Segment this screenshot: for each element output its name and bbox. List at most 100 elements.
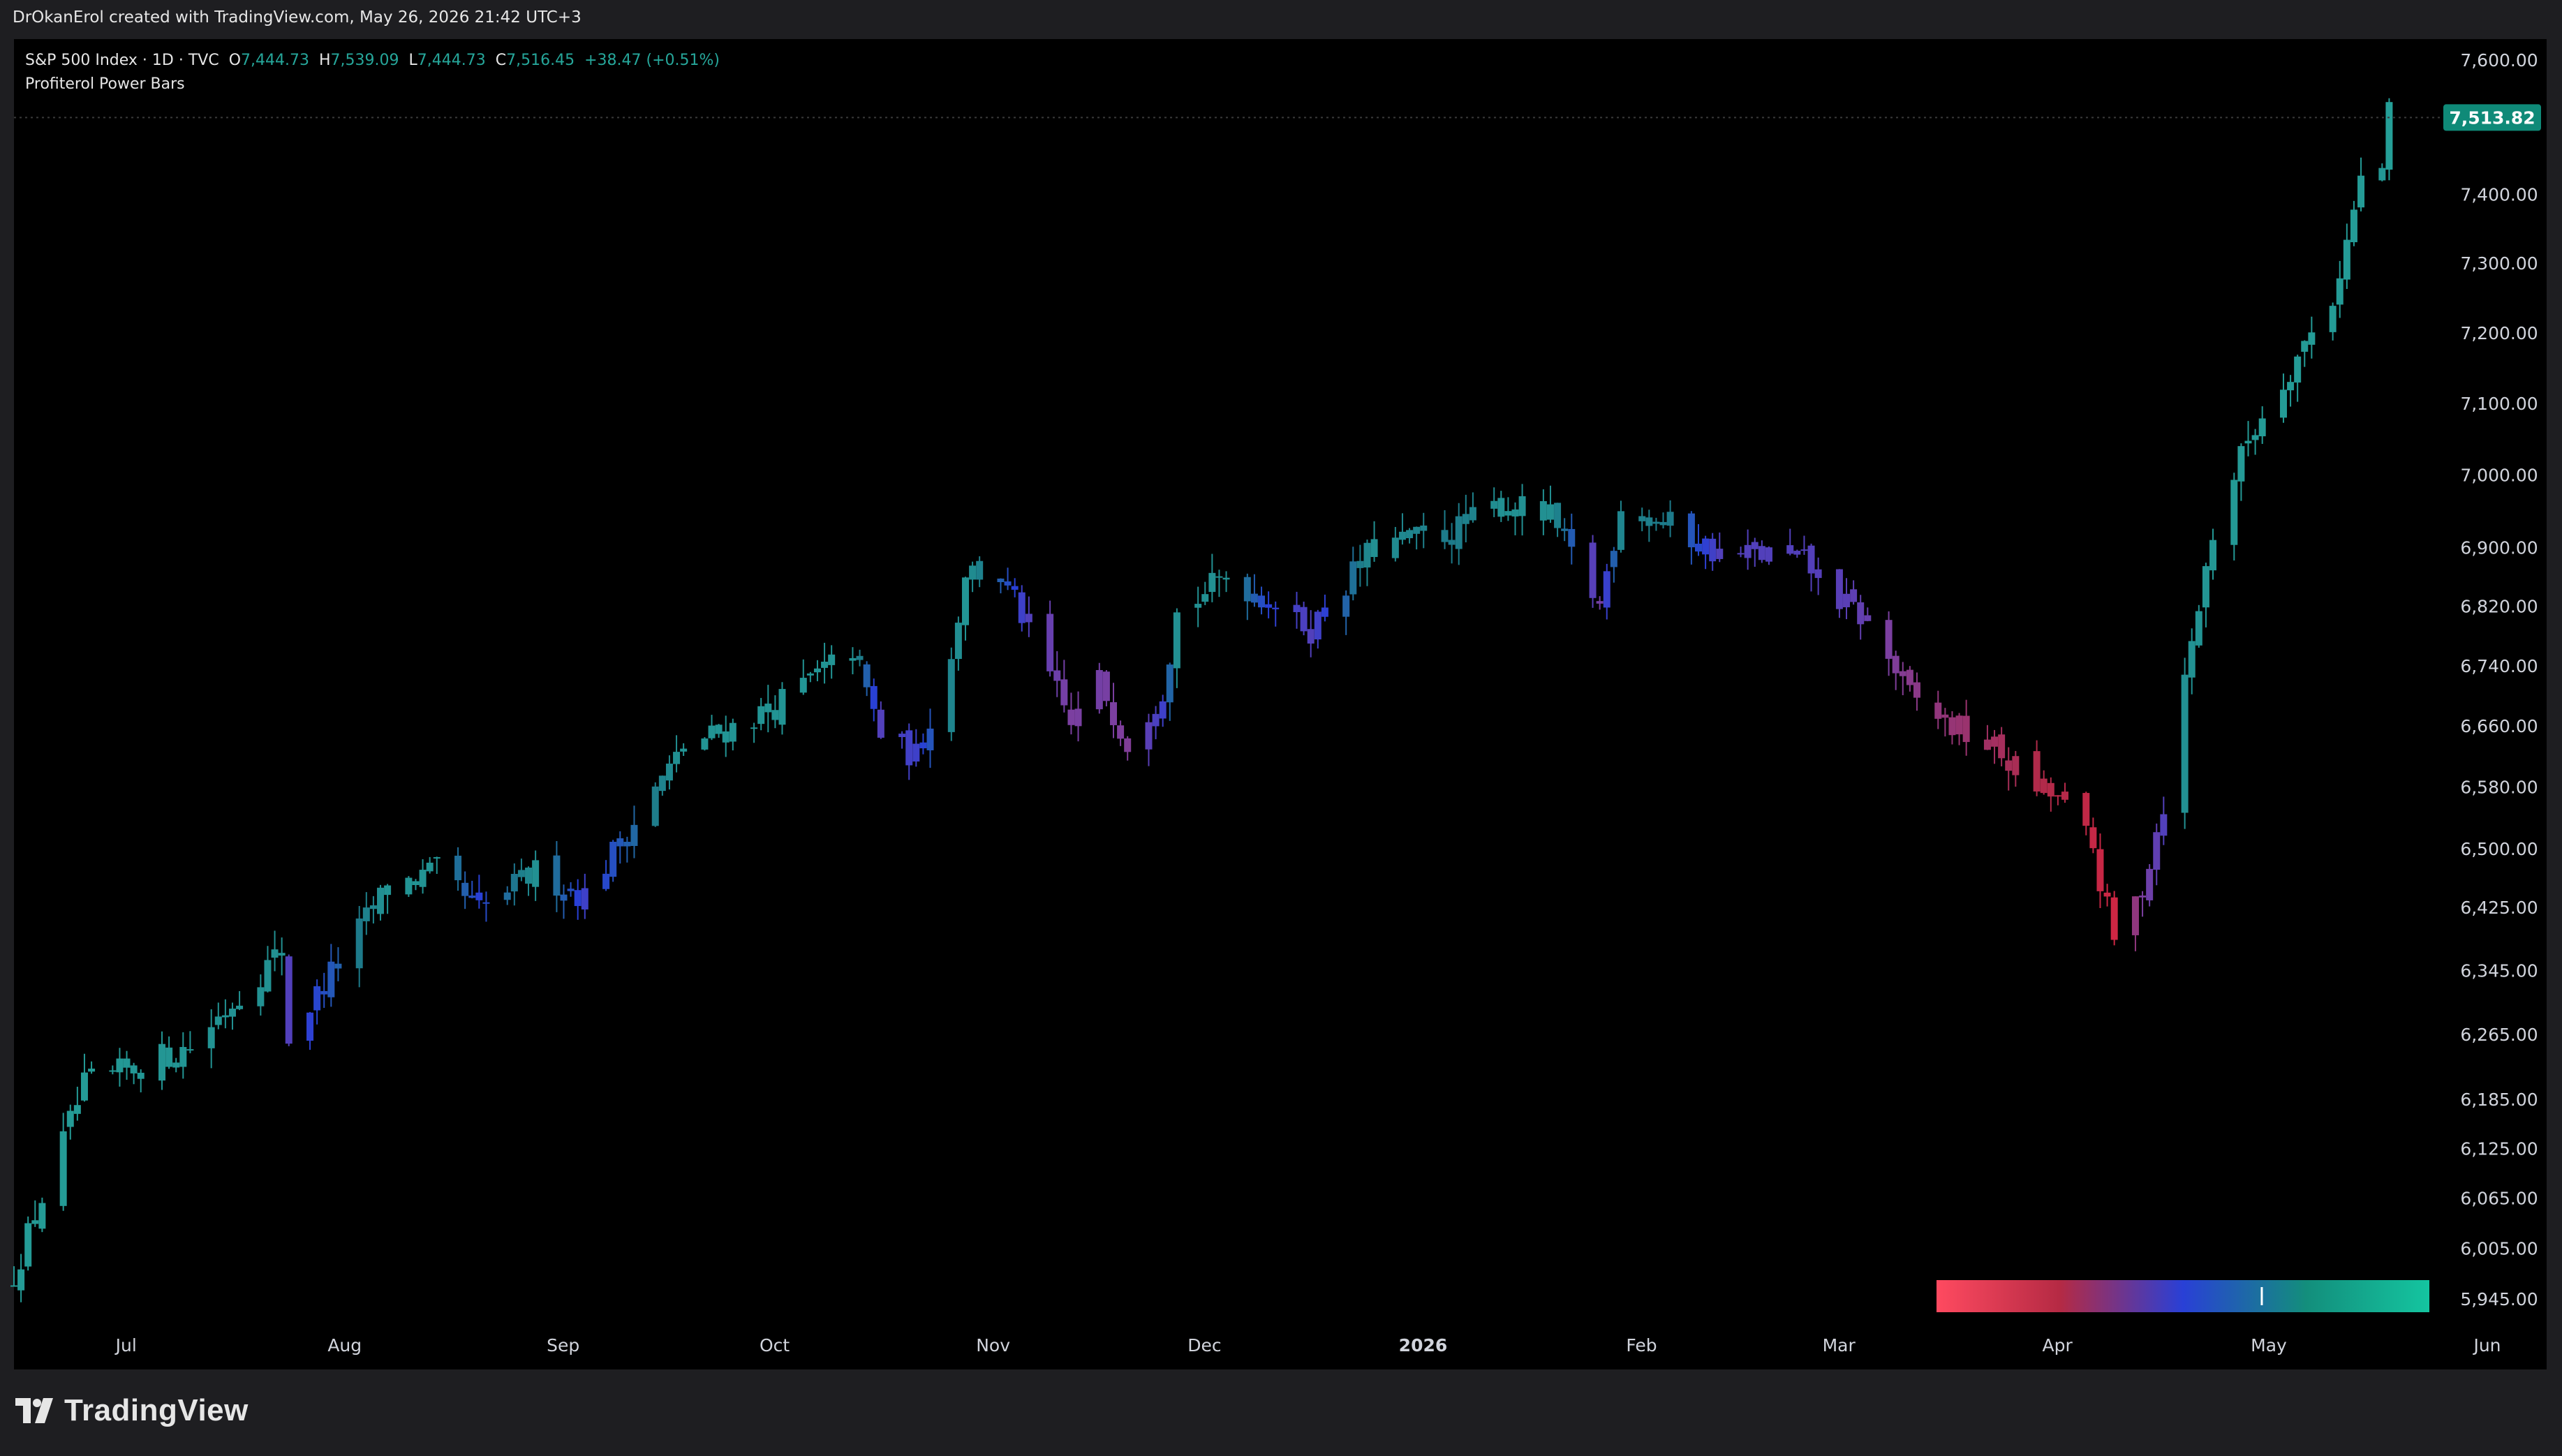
candle-body[interactable] <box>1349 561 1357 595</box>
candle-body[interactable] <box>2329 306 2337 332</box>
candle-body[interactable] <box>186 1049 194 1051</box>
candle-body[interactable] <box>2040 778 2048 794</box>
candle-body[interactable] <box>1568 528 1576 547</box>
candle-body[interactable] <box>1215 576 1223 578</box>
candle-body[interactable] <box>1067 709 1075 725</box>
candle-body[interactable] <box>1448 540 1456 545</box>
candle-body[interactable] <box>1857 602 1865 625</box>
candle-body[interactable] <box>1462 514 1469 524</box>
candle-body[interactable] <box>1194 604 1202 608</box>
candle-body[interactable] <box>1906 669 1913 685</box>
candle-body[interactable] <box>461 882 469 896</box>
candle-body[interactable] <box>1864 615 1872 621</box>
candle-body[interactable] <box>1758 546 1765 560</box>
candle-body[interactable] <box>1222 577 1230 580</box>
candle-body[interactable] <box>362 907 370 921</box>
candle-body[interactable] <box>997 578 1005 583</box>
candle-body[interactable] <box>426 862 434 872</box>
candle-body[interactable] <box>2230 480 2238 545</box>
candle-body[interactable] <box>1998 734 2006 759</box>
candle-body[interactable] <box>2301 341 2309 352</box>
candle-body[interactable] <box>31 1220 39 1224</box>
candle-body[interactable] <box>214 1016 222 1025</box>
candle-body[interactable] <box>1554 503 1562 528</box>
candle-body[interactable] <box>1518 496 1526 517</box>
candle-body[interactable] <box>665 764 673 781</box>
candle-body[interactable] <box>2244 440 2252 444</box>
candle-body[interactable] <box>38 1203 46 1229</box>
candle-body[interactable] <box>2082 793 2090 826</box>
candle-body[interactable] <box>856 655 864 660</box>
candle-body[interactable] <box>1490 500 1498 509</box>
candle-body[interactable] <box>1004 581 1012 586</box>
candle-body[interactable] <box>701 738 709 750</box>
candle-body[interactable] <box>1356 560 1364 568</box>
candle-body[interactable] <box>1716 549 1724 559</box>
candle-body[interactable] <box>1391 537 1399 558</box>
candle-body[interactable] <box>2181 674 2189 813</box>
candle-body[interactable] <box>1786 545 1794 554</box>
candle-body[interactable] <box>306 1012 314 1041</box>
candle-body[interactable] <box>1835 569 1843 609</box>
candle-body[interactable] <box>80 1072 88 1101</box>
candle-body[interactable] <box>1300 607 1308 632</box>
candle-body[interactable] <box>1102 671 1110 701</box>
candle-body[interactable] <box>1406 530 1414 539</box>
price-chart[interactable]: Jul Aug Sep Oct Nov Dec 2026 Feb Mar Apr May Jun 7,6… <box>0 0 2562 1456</box>
candle-body[interactable] <box>525 868 533 884</box>
candle-body[interactable] <box>369 905 377 909</box>
candle-body[interactable] <box>764 704 772 713</box>
candle-body[interactable] <box>1765 547 1772 562</box>
candle-body[interactable] <box>1117 725 1125 739</box>
candle-body[interactable] <box>778 689 786 725</box>
candle-body[interactable] <box>729 722 736 742</box>
candle-body[interactable] <box>1110 702 1118 725</box>
candle-body[interactable] <box>602 873 610 889</box>
candle-body[interactable] <box>1539 501 1547 521</box>
candle-body[interactable] <box>1370 539 1378 558</box>
candle-body[interactable] <box>658 775 666 792</box>
candle-body[interactable] <box>1702 538 1710 555</box>
candle-body[interactable] <box>905 730 913 766</box>
candle-body[interactable] <box>1610 551 1617 567</box>
candle-body[interactable] <box>715 725 723 734</box>
candle-body[interactable] <box>285 956 293 1044</box>
candle-body[interactable] <box>419 870 427 887</box>
candle-body[interactable] <box>2237 446 2245 482</box>
candle-body[interactable] <box>236 1005 244 1009</box>
candle-body[interactable] <box>1934 702 1942 719</box>
candle-body[interactable] <box>1546 504 1554 520</box>
candle-body[interactable] <box>1511 509 1519 517</box>
candle-body[interactable] <box>2012 756 2020 775</box>
candle-body[interactable] <box>1173 612 1180 669</box>
candle-body[interactable] <box>1991 736 1999 747</box>
candle-body[interactable] <box>1060 679 1068 706</box>
candle-body[interactable] <box>207 1027 215 1048</box>
candle-body[interactable] <box>722 731 730 743</box>
candle-body[interactable] <box>2308 332 2316 345</box>
candle-body[interactable] <box>271 949 279 958</box>
candle-body[interactable] <box>849 658 857 661</box>
candle-body[interactable] <box>405 877 413 895</box>
candle-body[interactable] <box>482 902 490 904</box>
candle-body[interactable] <box>1497 498 1505 517</box>
candle-body[interactable] <box>327 961 335 997</box>
candle-body[interactable] <box>1145 722 1153 750</box>
candle-body[interactable] <box>680 748 688 752</box>
candle-body[interactable] <box>1441 530 1449 542</box>
candle-body[interactable] <box>1166 664 1173 703</box>
candle-body[interactable] <box>1272 607 1280 609</box>
candle-body[interactable] <box>581 888 588 910</box>
candle-body[interactable] <box>510 873 518 892</box>
candle-body[interactable] <box>771 710 779 720</box>
symbol-label[interactable]: S&P 500 Index · 1D · TVC <box>25 52 219 69</box>
candle-body[interactable] <box>517 870 525 877</box>
candle-body[interactable] <box>2258 418 2266 437</box>
candle-body[interactable] <box>2350 209 2357 243</box>
candle-body[interactable] <box>870 685 878 709</box>
candle-body[interactable] <box>574 890 582 907</box>
candle-body[interactable] <box>898 734 906 737</box>
candle-body[interactable] <box>433 857 440 859</box>
candle-body[interactable] <box>2195 611 2202 646</box>
candle-body[interactable] <box>123 1058 131 1068</box>
